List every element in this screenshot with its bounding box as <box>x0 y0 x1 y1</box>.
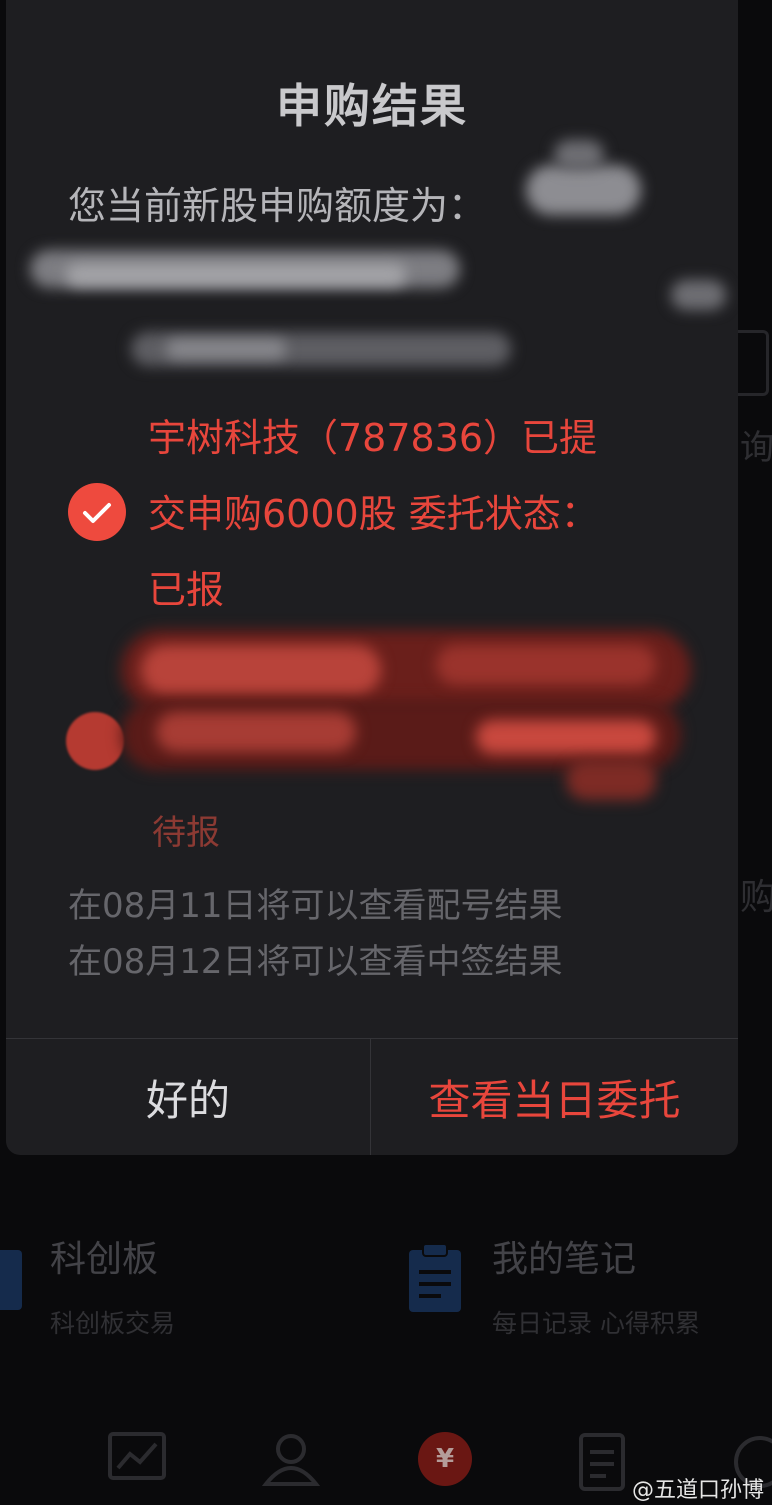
result-line-2: 交申购6000股 委托状态： <box>148 492 599 536</box>
watermark-text: @五道口孙博 <box>631 1478 764 1503</box>
subscription-result-dialog: 申购结果 您当前新股申购额度为： 宇树科技（787836）已提 交申购6000股… <box>6 0 738 1155</box>
status-icon-obscured <box>66 712 124 770</box>
quota-label: 您当前新股申购额度为： <box>68 184 487 228</box>
result-line-1: 宇树科技（787836）已提 <box>148 416 598 460</box>
result-line-3: 已报 <box>148 568 225 612</box>
success-check-icon <box>68 483 126 541</box>
ok-button[interactable]: 好的 <box>6 1039 370 1155</box>
obscured-status-text: 待报 <box>152 813 220 853</box>
lottery-date-info: 在08月12日将可以查看中签结果 <box>68 942 563 982</box>
allotment-date-info: 在08月11日将可以查看配号结果 <box>68 886 563 926</box>
view-today-orders-button[interactable]: 查看当日委托 <box>371 1039 738 1155</box>
dialog-title: 申购结果 <box>276 79 468 133</box>
